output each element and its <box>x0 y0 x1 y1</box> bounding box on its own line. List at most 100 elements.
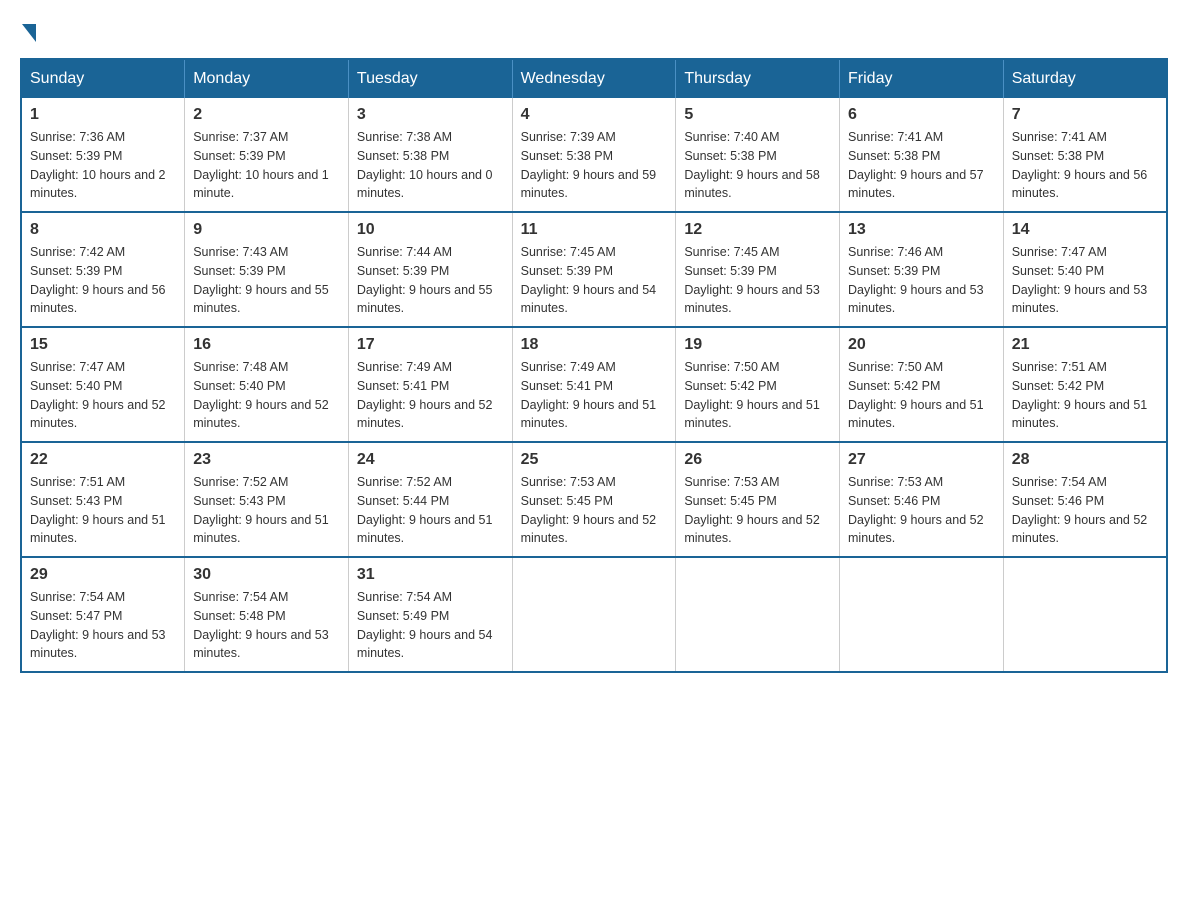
day-number: 27 <box>848 451 995 469</box>
weekday-header-cell: Monday <box>185 59 349 98</box>
day-info: Sunrise: 7:53 AM Sunset: 5:45 PM Dayligh… <box>684 473 831 548</box>
day-number: 7 <box>1012 106 1158 124</box>
calendar-day-cell: 10 Sunrise: 7:44 AM Sunset: 5:39 PM Dayl… <box>348 212 512 327</box>
day-number: 5 <box>684 106 831 124</box>
calendar-day-cell: 16 Sunrise: 7:48 AM Sunset: 5:40 PM Dayl… <box>185 327 349 442</box>
day-number: 12 <box>684 221 831 239</box>
calendar-week-row: 15 Sunrise: 7:47 AM Sunset: 5:40 PM Dayl… <box>21 327 1167 442</box>
calendar-day-cell: 31 Sunrise: 7:54 AM Sunset: 5:49 PM Dayl… <box>348 557 512 672</box>
day-number: 31 <box>357 566 504 584</box>
day-info: Sunrise: 7:46 AM Sunset: 5:39 PM Dayligh… <box>848 243 995 318</box>
weekday-header-cell: Tuesday <box>348 59 512 98</box>
logo-arrow-icon <box>22 24 36 42</box>
day-info: Sunrise: 7:45 AM Sunset: 5:39 PM Dayligh… <box>521 243 668 318</box>
day-number: 6 <box>848 106 995 124</box>
day-info: Sunrise: 7:41 AM Sunset: 5:38 PM Dayligh… <box>848 128 995 203</box>
calendar-day-cell: 24 Sunrise: 7:52 AM Sunset: 5:44 PM Dayl… <box>348 442 512 557</box>
calendar-day-cell: 20 Sunrise: 7:50 AM Sunset: 5:42 PM Dayl… <box>840 327 1004 442</box>
day-info: Sunrise: 7:44 AM Sunset: 5:39 PM Dayligh… <box>357 243 504 318</box>
calendar-day-cell: 5 Sunrise: 7:40 AM Sunset: 5:38 PM Dayli… <box>676 98 840 212</box>
calendar-day-cell: 28 Sunrise: 7:54 AM Sunset: 5:46 PM Dayl… <box>1003 442 1167 557</box>
day-info: Sunrise: 7:50 AM Sunset: 5:42 PM Dayligh… <box>684 358 831 433</box>
day-number: 17 <box>357 336 504 354</box>
calendar-day-cell: 4 Sunrise: 7:39 AM Sunset: 5:38 PM Dayli… <box>512 98 676 212</box>
day-number: 15 <box>30 336 176 354</box>
day-info: Sunrise: 7:52 AM Sunset: 5:44 PM Dayligh… <box>357 473 504 548</box>
page-header <box>20 20 1168 38</box>
calendar-day-cell: 25 Sunrise: 7:53 AM Sunset: 5:45 PM Dayl… <box>512 442 676 557</box>
day-info: Sunrise: 7:53 AM Sunset: 5:46 PM Dayligh… <box>848 473 995 548</box>
day-number: 28 <box>1012 451 1158 469</box>
day-number: 1 <box>30 106 176 124</box>
day-number: 2 <box>193 106 340 124</box>
weekday-header-cell: Sunday <box>21 59 185 98</box>
calendar-day-cell: 14 Sunrise: 7:47 AM Sunset: 5:40 PM Dayl… <box>1003 212 1167 327</box>
calendar-day-cell: 9 Sunrise: 7:43 AM Sunset: 5:39 PM Dayli… <box>185 212 349 327</box>
day-number: 10 <box>357 221 504 239</box>
day-number: 24 <box>357 451 504 469</box>
day-info: Sunrise: 7:49 AM Sunset: 5:41 PM Dayligh… <box>521 358 668 433</box>
calendar-day-cell <box>512 557 676 672</box>
day-number: 19 <box>684 336 831 354</box>
calendar-day-cell: 13 Sunrise: 7:46 AM Sunset: 5:39 PM Dayl… <box>840 212 1004 327</box>
day-info: Sunrise: 7:54 AM Sunset: 5:46 PM Dayligh… <box>1012 473 1158 548</box>
calendar-day-cell: 15 Sunrise: 7:47 AM Sunset: 5:40 PM Dayl… <box>21 327 185 442</box>
day-number: 3 <box>357 106 504 124</box>
day-info: Sunrise: 7:47 AM Sunset: 5:40 PM Dayligh… <box>1012 243 1158 318</box>
calendar-day-cell: 12 Sunrise: 7:45 AM Sunset: 5:39 PM Dayl… <box>676 212 840 327</box>
day-info: Sunrise: 7:38 AM Sunset: 5:38 PM Dayligh… <box>357 128 504 203</box>
day-info: Sunrise: 7:48 AM Sunset: 5:40 PM Dayligh… <box>193 358 340 433</box>
day-number: 30 <box>193 566 340 584</box>
calendar-table: SundayMondayTuesdayWednesdayThursdayFrid… <box>20 58 1168 673</box>
day-number: 23 <box>193 451 340 469</box>
calendar-day-cell: 26 Sunrise: 7:53 AM Sunset: 5:45 PM Dayl… <box>676 442 840 557</box>
day-number: 26 <box>684 451 831 469</box>
day-info: Sunrise: 7:36 AM Sunset: 5:39 PM Dayligh… <box>30 128 176 203</box>
calendar-day-cell: 23 Sunrise: 7:52 AM Sunset: 5:43 PM Dayl… <box>185 442 349 557</box>
day-info: Sunrise: 7:41 AM Sunset: 5:38 PM Dayligh… <box>1012 128 1158 203</box>
weekday-header-cell: Saturday <box>1003 59 1167 98</box>
day-number: 13 <box>848 221 995 239</box>
calendar-day-cell: 19 Sunrise: 7:50 AM Sunset: 5:42 PM Dayl… <box>676 327 840 442</box>
day-number: 25 <box>521 451 668 469</box>
calendar-week-row: 22 Sunrise: 7:51 AM Sunset: 5:43 PM Dayl… <box>21 442 1167 557</box>
calendar-week-row: 29 Sunrise: 7:54 AM Sunset: 5:47 PM Dayl… <box>21 557 1167 672</box>
day-info: Sunrise: 7:51 AM Sunset: 5:43 PM Dayligh… <box>30 473 176 548</box>
day-info: Sunrise: 7:51 AM Sunset: 5:42 PM Dayligh… <box>1012 358 1158 433</box>
calendar-day-cell: 17 Sunrise: 7:49 AM Sunset: 5:41 PM Dayl… <box>348 327 512 442</box>
calendar-day-cell: 22 Sunrise: 7:51 AM Sunset: 5:43 PM Dayl… <box>21 442 185 557</box>
day-info: Sunrise: 7:53 AM Sunset: 5:45 PM Dayligh… <box>521 473 668 548</box>
day-info: Sunrise: 7:43 AM Sunset: 5:39 PM Dayligh… <box>193 243 340 318</box>
calendar-day-cell: 7 Sunrise: 7:41 AM Sunset: 5:38 PM Dayli… <box>1003 98 1167 212</box>
day-info: Sunrise: 7:47 AM Sunset: 5:40 PM Dayligh… <box>30 358 176 433</box>
logo <box>20 20 36 38</box>
day-number: 22 <box>30 451 176 469</box>
day-info: Sunrise: 7:42 AM Sunset: 5:39 PM Dayligh… <box>30 243 176 318</box>
calendar-day-cell: 27 Sunrise: 7:53 AM Sunset: 5:46 PM Dayl… <box>840 442 1004 557</box>
day-info: Sunrise: 7:54 AM Sunset: 5:48 PM Dayligh… <box>193 588 340 663</box>
day-number: 14 <box>1012 221 1158 239</box>
day-number: 18 <box>521 336 668 354</box>
calendar-day-cell <box>840 557 1004 672</box>
day-info: Sunrise: 7:40 AM Sunset: 5:38 PM Dayligh… <box>684 128 831 203</box>
calendar-day-cell: 11 Sunrise: 7:45 AM Sunset: 5:39 PM Dayl… <box>512 212 676 327</box>
day-info: Sunrise: 7:50 AM Sunset: 5:42 PM Dayligh… <box>848 358 995 433</box>
day-number: 4 <box>521 106 668 124</box>
day-number: 29 <box>30 566 176 584</box>
day-number: 16 <box>193 336 340 354</box>
day-info: Sunrise: 7:52 AM Sunset: 5:43 PM Dayligh… <box>193 473 340 548</box>
day-info: Sunrise: 7:54 AM Sunset: 5:49 PM Dayligh… <box>357 588 504 663</box>
weekday-header-cell: Thursday <box>676 59 840 98</box>
weekday-header-cell: Friday <box>840 59 1004 98</box>
calendar-day-cell: 21 Sunrise: 7:51 AM Sunset: 5:42 PM Dayl… <box>1003 327 1167 442</box>
day-info: Sunrise: 7:54 AM Sunset: 5:47 PM Dayligh… <box>30 588 176 663</box>
weekday-header-cell: Wednesday <box>512 59 676 98</box>
day-info: Sunrise: 7:49 AM Sunset: 5:41 PM Dayligh… <box>357 358 504 433</box>
day-number: 9 <box>193 221 340 239</box>
weekday-header-row: SundayMondayTuesdayWednesdayThursdayFrid… <box>21 59 1167 98</box>
calendar-day-cell: 2 Sunrise: 7:37 AM Sunset: 5:39 PM Dayli… <box>185 98 349 212</box>
calendar-day-cell: 30 Sunrise: 7:54 AM Sunset: 5:48 PM Dayl… <box>185 557 349 672</box>
calendar-day-cell: 18 Sunrise: 7:49 AM Sunset: 5:41 PM Dayl… <box>512 327 676 442</box>
day-number: 8 <box>30 221 176 239</box>
calendar-day-cell: 1 Sunrise: 7:36 AM Sunset: 5:39 PM Dayli… <box>21 98 185 212</box>
